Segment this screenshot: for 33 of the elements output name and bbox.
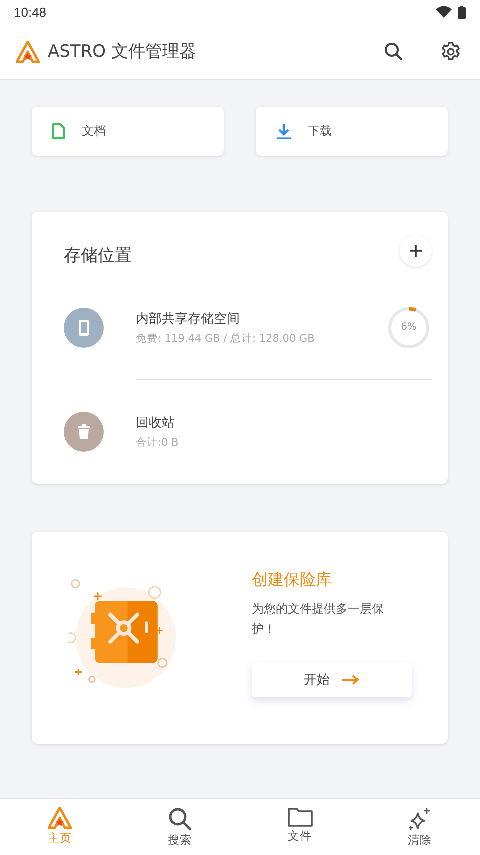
storage-detail: 合计:0 B <box>136 436 180 450</box>
vault-title: 创建保险库 <box>252 570 333 590</box>
status-time: 10:48 <box>14 4 47 20</box>
settings-icon <box>440 40 462 62</box>
storage-detail: 免费: 119.44 GB / 总计: 128.00 GB <box>136 332 316 346</box>
folder-icon <box>288 807 312 827</box>
storage-name[interactable]: 回收站 <box>136 414 432 432</box>
storage-name[interactable]: 内部共享存储空间 <box>136 310 386 328</box>
logo-icon <box>16 40 40 62</box>
nav-tab[interactable]: 文件 <box>240 799 360 855</box>
document-icon <box>52 123 66 140</box>
add-button[interactable] <box>400 234 432 266</box>
start-button[interactable]: 开始 <box>252 662 412 696</box>
shortcut-card[interactable]: 下载 <box>256 107 448 156</box>
trash-icon <box>64 412 104 452</box>
usage-ring <box>386 305 432 351</box>
sparkle-icon <box>408 807 432 831</box>
nav-tab[interactable]: 清除 <box>360 799 480 855</box>
search-icon <box>384 42 404 62</box>
phone-icon <box>64 308 104 348</box>
plus-icon <box>410 244 422 256</box>
section-title: 存储位置 <box>64 245 132 267</box>
usage-percent: 6% <box>401 323 417 333</box>
wifi-icon <box>436 6 452 18</box>
nav-tab[interactable]: 搜索 <box>120 799 240 855</box>
download-icon <box>276 123 292 140</box>
search-icon <box>168 807 192 831</box>
app-title: ASTRO 文件管理器 <box>48 41 196 63</box>
shortcut-card[interactable]: 文档 <box>32 107 224 156</box>
battery-icon <box>458 6 466 18</box>
arrow-icon <box>342 674 360 684</box>
logo-icon <box>48 807 72 829</box>
vault-description: 为您的文件提供多一层保护！ <box>252 600 385 638</box>
